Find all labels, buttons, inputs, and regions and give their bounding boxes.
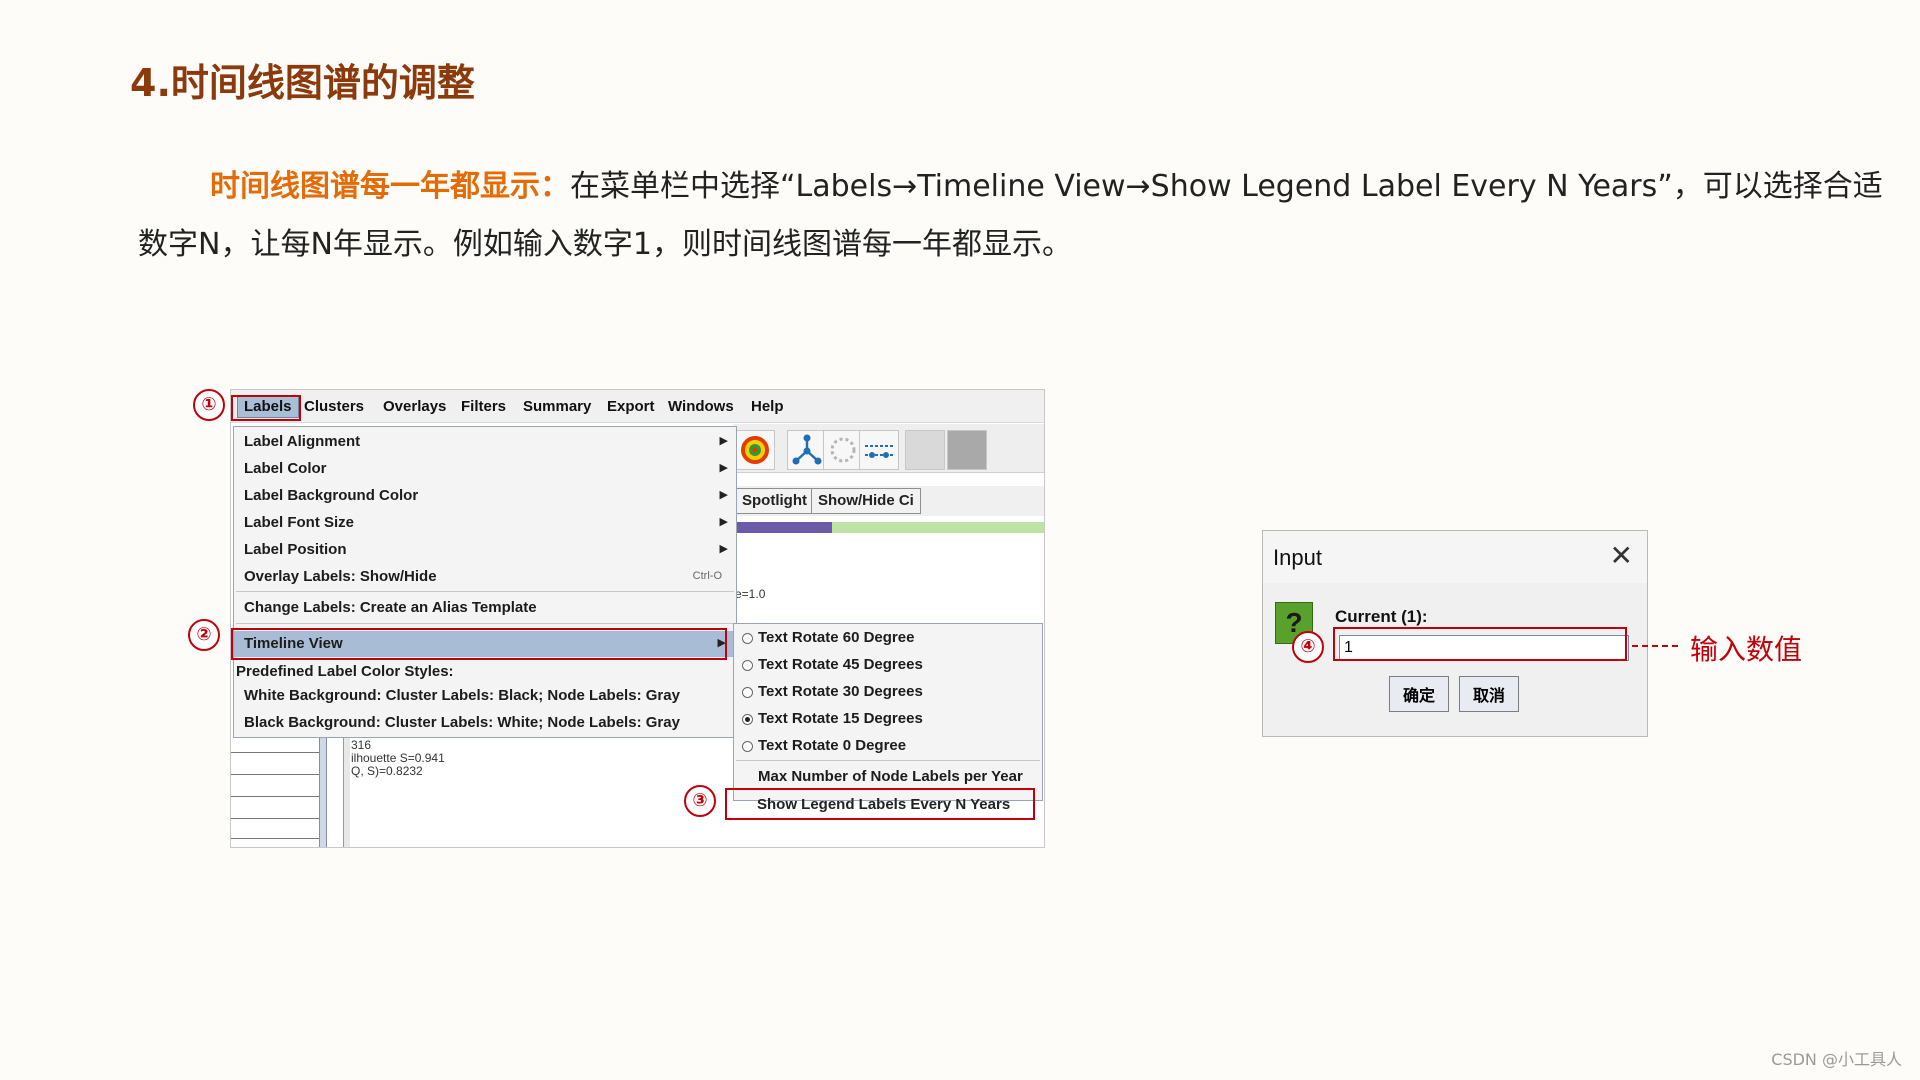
submenu-arrow-icon: ▶ — [719, 462, 728, 474]
menu-item-label-background-color[interactable]: Label Background Color — [244, 487, 418, 504]
menu-item-text-rotate-45[interactable]: Text Rotate 45 Degrees — [758, 656, 923, 673]
menu-clusters[interactable]: Clusters — [304, 398, 364, 415]
menu-item-label-alignment[interactable]: Label Alignment — [244, 433, 360, 450]
submenu-arrow-icon: ▶ — [719, 543, 728, 555]
menu-separator — [236, 591, 734, 592]
show-hide-button[interactable]: Show/Hide Ci — [811, 488, 921, 514]
menu-separator — [736, 760, 1040, 761]
menu-overlays[interactable]: Overlays — [383, 398, 446, 415]
radio-icon[interactable] — [742, 741, 753, 752]
color-wheel-icon[interactable] — [735, 430, 775, 470]
menu-summary[interactable]: Summary — [523, 398, 591, 415]
menu-item-label-position[interactable]: Label Position — [244, 541, 347, 558]
current-label: Current (1): — [1335, 607, 1428, 626]
radio-icon[interactable] — [742, 660, 753, 671]
menu-help[interactable]: Help — [751, 398, 784, 415]
menu-windows[interactable]: Windows — [668, 398, 734, 415]
step-badge: ② — [188, 619, 220, 651]
menu-item-max-labels[interactable]: Max Number of Node Labels per Year — [758, 768, 1023, 785]
menu-item-label-color[interactable]: Label Color — [244, 460, 327, 477]
paragraph-line1: 在菜单栏中选择“Labels→Timeline View→Show Legend… — [570, 169, 1883, 204]
menu-separator — [236, 623, 734, 624]
close-icon[interactable]: ✕ — [1610, 539, 1633, 572]
menu-item-white-background-style[interactable]: White Background: Cluster Labels: Black;… — [244, 687, 680, 704]
highlight-box-labels — [231, 395, 301, 421]
color-bar-green — [832, 522, 1044, 533]
radio-icon[interactable] — [742, 633, 753, 644]
submenu-arrow-icon: ▶ — [719, 435, 728, 447]
submenu-arrow-icon: ▶ — [719, 516, 728, 528]
menu-item-text-rotate-30[interactable]: Text Rotate 30 Degrees — [758, 683, 923, 700]
menu-item-text-rotate-15[interactable]: Text Rotate 15 Degrees — [758, 710, 923, 727]
menu-item-overlay-labels[interactable]: Overlay Labels: Show/Hide — [244, 568, 437, 585]
menu-filters[interactable]: Filters — [461, 398, 506, 415]
dialog-titlebar: Input ✕ — [1263, 531, 1647, 583]
ok-button[interactable]: 确定 — [1389, 676, 1449, 712]
step-badge: ③ — [684, 785, 716, 817]
background-text: 316 — [351, 738, 372, 752]
watermark: CSDN @小工具人 — [1771, 1050, 1902, 1069]
button-row: Spotlight Show/Hide Ci — [733, 486, 1044, 516]
toolbar — [733, 424, 1044, 473]
paragraph-line2: 数字N，让每N年显示。例如输入数字1，则时间线图谱每一年都显示。 — [138, 227, 1072, 262]
menu-item-text-rotate-0[interactable]: Text Rotate 0 Degree — [758, 737, 906, 754]
menu-item-text-rotate-60[interactable]: Text Rotate 60 Degree — [758, 629, 914, 646]
color-bar-purple — [733, 522, 832, 533]
citespace-menu-screenshot: Labels Clusters Overlays Filters Summary… — [230, 389, 1045, 848]
shortcut-hint: Ctrl-O — [692, 570, 722, 582]
background-text: e=1.0 — [735, 587, 766, 601]
menu-item-change-labels[interactable]: Change Labels: Create an Alias Template — [244, 599, 537, 616]
menu-item-black-background-style[interactable]: Black Background: Cluster Labels: White;… — [244, 714, 680, 731]
timeline-view-submenu: Text Rotate 60 Degree Text Rotate 45 Deg… — [733, 623, 1043, 801]
cancel-button[interactable]: 取消 — [1459, 676, 1519, 712]
step-badge: ① — [193, 389, 225, 421]
splitter-handle[interactable] — [319, 735, 327, 847]
timeline-layout-icon[interactable] — [859, 430, 899, 470]
step-badge: ④ — [1292, 631, 1324, 663]
radio-selected-icon[interactable] — [742, 714, 753, 725]
menubar: Labels Clusters Overlays Filters Summary… — [231, 390, 1044, 423]
instruction-paragraph: 时间线图谱每一年都显示：在菜单栏中选择“Labels→Timeline View… — [138, 158, 1883, 274]
annotation-dash-line — [1632, 645, 1678, 647]
submenu-arrow-icon: ▶ — [719, 489, 728, 501]
paragraph-highlight: 时间线图谱每一年都显示： — [210, 169, 570, 204]
menu-export[interactable]: Export — [607, 398, 655, 415]
dialog-title: Input — [1273, 545, 1322, 570]
menu-item-label-font-size[interactable]: Label Font Size — [244, 514, 354, 531]
circle-layout-icon[interactable] — [823, 430, 863, 470]
splitter-handle[interactable] — [343, 735, 350, 847]
labels-menu: Label Alignment ▶ Label Color ▶ Label Ba… — [233, 426, 737, 738]
predefined-styles-header: Predefined Label Color Styles: — [236, 663, 454, 680]
highlight-box-show-legend — [725, 788, 1035, 820]
network-layout-icon[interactable] — [787, 430, 827, 470]
input-value-note: 输入数值 — [1690, 633, 1803, 666]
background-text: Q, S)=0.8232 — [351, 764, 423, 778]
slide-title: 4.时间线图谱的调整 — [130, 61, 475, 105]
texture-icon[interactable] — [947, 430, 987, 470]
radio-icon[interactable] — [742, 687, 753, 698]
highlight-box-input — [1333, 627, 1627, 661]
highlight-box-timeline-view — [231, 628, 727, 660]
spotlight-button[interactable]: Spotlight — [735, 488, 814, 514]
image-icon[interactable] — [905, 430, 945, 470]
background-text: ilhouette S=0.941 — [351, 751, 445, 765]
